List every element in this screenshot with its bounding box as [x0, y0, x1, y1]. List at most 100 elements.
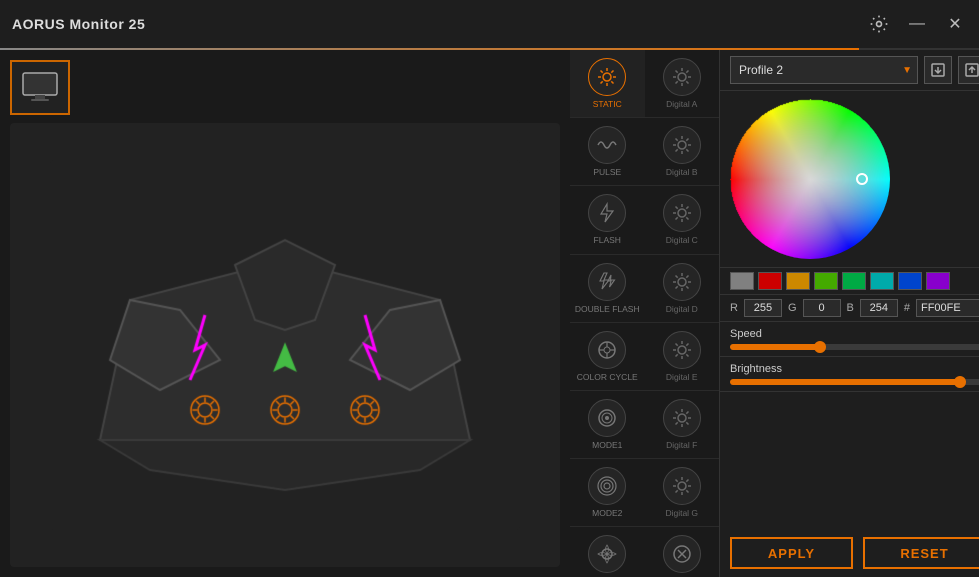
hex-input[interactable]: [916, 299, 979, 317]
digital-item-digital-a[interactable]: Digital A: [645, 50, 720, 117]
mode-sidebar: STATIC Digital A PULSE Digital B FLASH Digita…: [570, 50, 720, 577]
mode-icon-static: [588, 58, 626, 96]
color-section: [720, 91, 979, 268]
mode-item-mode3[interactable]: MODE3: [570, 527, 645, 577]
mode-label-mode2: MODE2: [592, 508, 622, 518]
bottom-buttons: APPLY RESET: [720, 529, 979, 577]
digital-item-off[interactable]: OFF: [645, 527, 720, 577]
right-panel: STATIC Digital A PULSE Digital B FLASH Digita…: [570, 50, 979, 577]
digital-item-digital-g[interactable]: Digital G: [645, 459, 720, 526]
left-panel: [0, 50, 570, 577]
digital-item-digital-d[interactable]: Digital D: [645, 255, 720, 322]
title-bar: AORUS Monitor 25 — ✕: [0, 0, 979, 50]
digital-icon-digital-g: [663, 467, 701, 505]
brightness-label: Brightness: [730, 363, 979, 375]
mode-row: COLOR CYCLE Digital E: [570, 323, 719, 391]
mode-label-static: STATIC: [593, 99, 622, 109]
monitor-preview: [10, 123, 560, 567]
export-button[interactable]: [958, 56, 979, 84]
mode-row: FLASH Digital C: [570, 186, 719, 254]
mode-row: MODE1 Digital F: [570, 391, 719, 459]
digital-icon-digital-b: [663, 126, 701, 164]
digital-item-digital-e[interactable]: Digital E: [645, 323, 720, 390]
swatch-purple[interactable]: [926, 272, 950, 290]
brightness-slider[interactable]: [730, 379, 979, 385]
mode-row: DOUBLE FLASH Digital D: [570, 255, 719, 323]
digital-icon-digital-f: [663, 399, 701, 437]
swatch-red[interactable]: [758, 272, 782, 290]
r-label: R: [730, 302, 738, 314]
mode-item-flash[interactable]: FLASH: [570, 186, 645, 253]
mode-icon-doubleflash: [588, 263, 626, 301]
mode-item-doubleflash[interactable]: DOUBLE FLASH: [570, 255, 645, 322]
digital-icon-digital-a: [663, 58, 701, 96]
reset-button[interactable]: RESET: [863, 537, 979, 569]
mode-item-pulse[interactable]: PULSE: [570, 118, 645, 185]
color-wheel[interactable]: [730, 99, 890, 259]
mode-label-colorcycle: COLOR CYCLE: [577, 372, 638, 382]
profile-select[interactable]: Profile 2 Profile 1 Profile 3: [730, 56, 918, 84]
mode-row: MODE2 Digital G: [570, 459, 719, 527]
mode-item-colorcycle[interactable]: COLOR CYCLE: [570, 323, 645, 390]
digital-label-digital-c: Digital C: [666, 235, 698, 245]
speed-section: Speed: [720, 322, 979, 357]
mode-item-static[interactable]: STATIC: [570, 50, 645, 117]
mode-row: PULSE Digital B: [570, 118, 719, 186]
close-button[interactable]: ✕: [943, 12, 967, 36]
mode-icon-pulse: [588, 126, 626, 164]
mode-icon-colorcycle: [588, 331, 626, 369]
digital-label-digital-f: Digital F: [666, 440, 697, 450]
speed-thumb[interactable]: [814, 341, 826, 353]
mode-row: MODE3OFF: [570, 527, 719, 577]
digital-label-digital-a: Digital A: [666, 99, 697, 109]
swatch-orange[interactable]: [786, 272, 810, 290]
color-swatches: [720, 268, 979, 295]
digital-item-digital-c[interactable]: Digital C: [645, 186, 720, 253]
brightness-thumb[interactable]: [954, 376, 966, 388]
mode-label-flash: FLASH: [594, 235, 621, 245]
mode-icon-mode3: [588, 535, 626, 573]
device-icon[interactable]: [10, 60, 70, 115]
g-input[interactable]: [803, 299, 841, 317]
digital-label-digital-d: Digital D: [666, 304, 698, 314]
import-button[interactable]: [924, 56, 952, 84]
mode-item-mode1[interactable]: MODE1: [570, 391, 645, 458]
right-content: Profile 2 Profile 1 Profile 3 ▼: [720, 50, 979, 577]
hex-label: #: [904, 302, 910, 314]
mode-label-mode1: MODE1: [592, 440, 622, 450]
g-label: G: [788, 302, 797, 314]
digital-icon-digital-e: [663, 331, 701, 369]
app-title: AORUS Monitor 25: [12, 16, 145, 32]
speed-label: Speed: [730, 328, 979, 340]
mode-icon-flash: [588, 194, 626, 232]
rgb-row: R G B #: [720, 295, 979, 322]
mode-icon-mode1: [588, 399, 626, 437]
mode-row: STATIC Digital A: [570, 50, 719, 118]
swatch-gray[interactable]: [730, 272, 754, 290]
digital-label-digital-g: Digital G: [665, 508, 698, 518]
swatch-green[interactable]: [814, 272, 838, 290]
main-layout: STATIC Digital A PULSE Digital B FLASH Digita…: [0, 50, 979, 577]
digital-label-digital-b: Digital B: [666, 167, 698, 177]
profile-row: Profile 2 Profile 1 Profile 3 ▼: [720, 50, 979, 91]
digital-item-digital-f[interactable]: Digital F: [645, 391, 720, 458]
mode-label-pulse: PULSE: [593, 167, 621, 177]
window-controls: — ✕: [867, 12, 967, 36]
apply-button[interactable]: APPLY: [730, 537, 853, 569]
minimize-button[interactable]: —: [905, 12, 929, 36]
mode-icon-mode2: [588, 467, 626, 505]
digital-item-digital-b[interactable]: Digital B: [645, 118, 720, 185]
mode-item-mode2[interactable]: MODE2: [570, 459, 645, 526]
swatch-blue[interactable]: [898, 272, 922, 290]
b-input[interactable]: [860, 299, 898, 317]
swatch-cyan[interactable]: [870, 272, 894, 290]
settings-button[interactable]: [867, 12, 891, 36]
speed-slider[interactable]: [730, 344, 979, 350]
brightness-section: Brightness: [720, 357, 979, 392]
digital-label-digital-e: Digital E: [666, 372, 698, 382]
digital-icon-digital-d: [663, 263, 701, 301]
digital-icon-digital-c: [663, 194, 701, 232]
digital-icon-off: [663, 535, 701, 573]
swatch-teal[interactable]: [842, 272, 866, 290]
r-input[interactable]: [744, 299, 782, 317]
